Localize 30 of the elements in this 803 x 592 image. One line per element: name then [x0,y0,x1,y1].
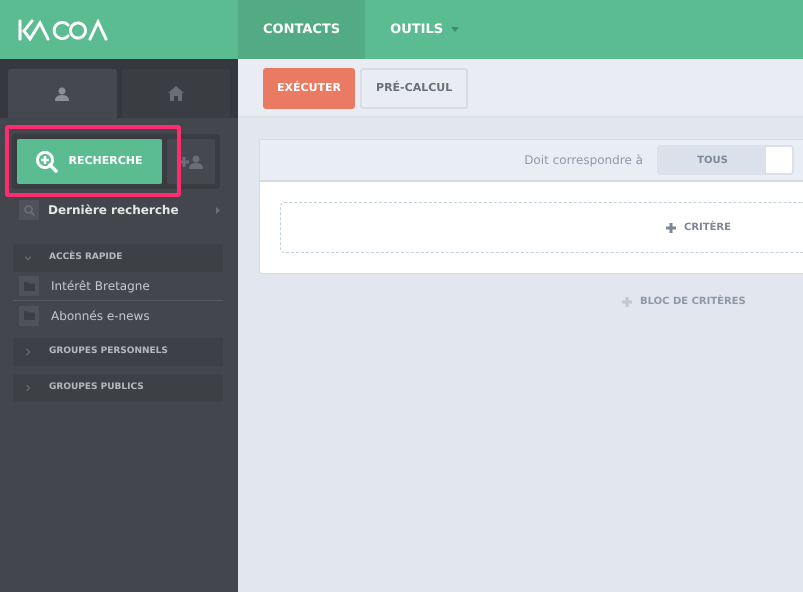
zoom-in-icon [36,150,58,172]
toolbar-button[interactable]: PRÉ-CALCUL [360,68,468,109]
match-label: Doit correspondre à [524,152,643,169]
section-header[interactable]: GROUPES PUBLICS [13,374,223,402]
plus-icon [179,156,189,166]
last-search-link[interactable]: Dernière recherche [48,201,207,219]
person-icon [189,154,203,168]
match-toggle[interactable]: TOUS [657,145,794,175]
person-icon [55,86,70,100]
caret-right-icon [216,206,220,214]
add-contact-button[interactable] [167,139,215,184]
search-button[interactable]: RECHERCHE [17,139,162,184]
group-link[interactable]: Intérêt Bretagne [51,277,150,295]
chevron-down-icon [25,255,31,261]
sidebar-tab[interactable] [8,69,116,118]
plus-icon [622,296,632,306]
plus-icon [666,222,676,232]
search-icon [24,204,34,216]
toolbar-button[interactable]: EXÉCUTER [263,68,356,109]
group-link[interactable]: Abonnés e-news [51,306,150,324]
nav-tab[interactable]: CONTACTS [238,0,366,59]
section-header[interactable]: GROUPES PERSONNELS [13,338,223,366]
chevron-right-icon [25,349,31,355]
chevron-right-icon [25,385,31,391]
section-header[interactable]: ACCÈS RAPIDE [13,244,223,272]
add-criterion-link[interactable]: CRITÈRE [666,220,731,235]
sidebar-tab[interactable] [122,69,230,118]
add-block-link[interactable]: BLOC DE CRITÈRES [622,294,746,309]
nav-tab[interactable]: OUTILS [365,0,484,59]
home-icon [168,86,184,101]
